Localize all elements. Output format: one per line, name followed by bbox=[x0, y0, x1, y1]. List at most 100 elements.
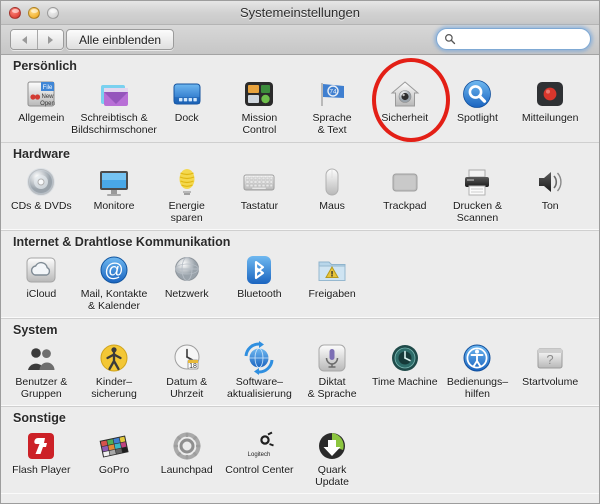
dock-icon bbox=[170, 77, 204, 111]
logitech-icon: Logitech bbox=[242, 429, 276, 463]
pref-pane-datum[interactable]: 18 Datum & Uhrzeit bbox=[150, 339, 223, 400]
time-machine-icon bbox=[388, 341, 422, 375]
pref-pane-label: Energie sparen bbox=[168, 200, 205, 224]
pref-pane-label: Bedienungs– hilfen bbox=[446, 376, 509, 400]
pref-pane-freigaben[interactable]: Freigaben bbox=[296, 251, 369, 312]
pref-pane-sprache[interactable]: 74 Sprache & Text bbox=[296, 75, 369, 136]
pref-pane-bluetooth[interactable]: Bluetooth bbox=[223, 251, 296, 312]
section-heading: Persönlich bbox=[13, 59, 77, 73]
users-groups-icon bbox=[24, 341, 58, 375]
pref-pane-gopro[interactable]: GoPro bbox=[78, 427, 151, 488]
language-text-icon: 74 bbox=[315, 77, 349, 111]
pref-pane-software[interactable]: Software– aktualisierung bbox=[223, 339, 296, 400]
pref-pane-cds[interactable]: CDs & DVDs bbox=[5, 163, 78, 224]
pref-pane-netzwerk[interactable]: Netzwerk bbox=[150, 251, 223, 312]
pref-pane-dock[interactable]: Dock bbox=[150, 75, 223, 136]
pref-pane-kinder[interactable]: Kinder– sicherung bbox=[78, 339, 151, 400]
pref-pane-diktat[interactable]: Diktat & Sprache bbox=[296, 339, 369, 400]
pref-pane-label: Trackpad bbox=[383, 200, 427, 212]
pref-pane-ton[interactable]: Ton bbox=[514, 163, 587, 224]
pref-pane-label: Mail, Kontakte & Kalender bbox=[80, 288, 148, 312]
sharing-folder-icon bbox=[315, 253, 349, 287]
pref-pane-mitteilungen[interactable]: Mitteilungen bbox=[514, 75, 587, 136]
pref-pane-label: Sicherheit bbox=[381, 112, 429, 124]
bluetooth-icon bbox=[242, 253, 276, 287]
pref-pane-flash[interactable]: Flash Player bbox=[5, 427, 78, 488]
search-input[interactable] bbox=[459, 30, 600, 48]
pref-pane-quark[interactable]: Quark Update bbox=[296, 427, 369, 488]
pref-pane-trackpad[interactable]: Trackpad bbox=[368, 163, 441, 224]
pref-pane-label: Launchpad bbox=[160, 464, 213, 476]
desktop-screensaver-icon bbox=[97, 77, 131, 111]
pref-pane-allgemein[interactable]: File New Open Allgemein bbox=[5, 75, 78, 136]
section-system: System Benutzer & Gruppen Kinder– sicher… bbox=[1, 318, 599, 406]
toolbar: Alle einblenden bbox=[1, 25, 600, 55]
pref-pane-logitech[interactable]: Logitech Control Center bbox=[223, 427, 296, 488]
pref-pane-benutzer[interactable]: Benutzer & Gruppen bbox=[5, 339, 78, 400]
printer-icon bbox=[460, 165, 494, 199]
svg-text:New: New bbox=[42, 94, 55, 100]
pref-pane-icloud[interactable]: iCloud bbox=[5, 251, 78, 312]
pref-pane-energie[interactable]: Energie sparen bbox=[150, 163, 223, 224]
pref-pane-launchpad[interactable]: Launchpad bbox=[150, 427, 223, 488]
pref-pane-label: Flash Player bbox=[12, 464, 71, 476]
pref-pane-label: Control Center bbox=[225, 464, 294, 476]
svg-text:@: @ bbox=[104, 261, 123, 282]
svg-text:74: 74 bbox=[329, 89, 337, 96]
pref-pane-maus[interactable]: Maus bbox=[296, 163, 369, 224]
energy-saver-icon bbox=[170, 165, 204, 199]
search-field[interactable] bbox=[436, 28, 600, 50]
spotlight-icon bbox=[460, 77, 494, 111]
pref-pane-timemachine[interactable]: Time Machine bbox=[368, 339, 441, 400]
pref-pane-label: Mission Control bbox=[241, 112, 278, 136]
preference-grid: iCloud @ Mail, Kontakte & Kalender Netzwe… bbox=[1, 251, 599, 318]
section-heading: Hardware bbox=[13, 147, 70, 161]
system-preferences-window: Systemeinstellungen Alle einblenden Pers… bbox=[0, 0, 600, 504]
svg-text:File: File bbox=[43, 85, 53, 91]
keyboard-icon bbox=[242, 165, 276, 199]
pref-pane-monitore[interactable]: Monitore bbox=[78, 163, 151, 224]
back-button[interactable] bbox=[11, 30, 37, 49]
chevron-left-icon bbox=[21, 35, 27, 44]
pref-pane-sicherheit[interactable]: Sicherheit bbox=[368, 75, 441, 136]
pref-pane-label: CDs & DVDs bbox=[11, 200, 72, 212]
preference-grid: CDs & DVDs Monitore Energie sparen Tasta… bbox=[1, 163, 599, 230]
pref-pane-bedienung[interactable]: Bedienungs– hilfen bbox=[441, 339, 514, 400]
pref-pane-label: Maus bbox=[319, 200, 345, 212]
preferences-content: Persönlich File New Open Allgemein Schre… bbox=[1, 55, 599, 503]
section-heading: Sonstige bbox=[13, 411, 66, 425]
pref-pane-label: Quark Update bbox=[315, 464, 350, 488]
general-icon: File New Open bbox=[24, 77, 58, 111]
pref-pane-label: Mitteilungen bbox=[521, 112, 579, 124]
pref-pane-schreibtisch[interactable]: Schreibtisch & Bildschirmschoner bbox=[71, 75, 157, 136]
pref-pane-label: GoPro bbox=[98, 464, 130, 476]
pref-pane-startvolume[interactable]: ? Startvolume bbox=[514, 339, 587, 400]
show-all-button[interactable]: Alle einblenden bbox=[66, 29, 175, 50]
pref-pane-drucken[interactable]: Drucken & Scannen bbox=[441, 163, 514, 224]
forward-button[interactable] bbox=[37, 30, 63, 49]
section-heading: Internet & Drahtlose Kommunikation bbox=[13, 235, 231, 249]
notifications-icon bbox=[533, 77, 567, 111]
svg-text:?: ? bbox=[547, 352, 554, 367]
pref-pane-spotlight[interactable]: Spotlight bbox=[441, 75, 514, 136]
navigation-buttons bbox=[10, 29, 64, 50]
pref-pane-tastatur[interactable]: Tastatur bbox=[223, 163, 296, 224]
pref-pane-label: Dock bbox=[174, 112, 199, 124]
pref-pane-label: Spotlight bbox=[457, 112, 498, 124]
pref-pane-label: Diktat & Sprache bbox=[307, 376, 357, 400]
trackpad-icon bbox=[388, 165, 422, 199]
preference-grid: File New Open Allgemein Schreibtisch & B… bbox=[1, 75, 599, 142]
pref-pane-mission[interactable]: Mission Control bbox=[223, 75, 296, 136]
cd-dvd-icon bbox=[24, 165, 58, 199]
icloud-icon bbox=[24, 253, 58, 287]
pref-pane-label: Netzwerk bbox=[164, 288, 209, 300]
network-globe-icon bbox=[170, 253, 204, 287]
mouse-icon bbox=[315, 165, 349, 199]
dictation-mic-icon bbox=[315, 341, 349, 375]
pref-pane-label: iCloud bbox=[26, 288, 57, 300]
pref-pane-label: Schreibtisch & Bildschirmschoner bbox=[71, 112, 157, 136]
pref-pane-mail[interactable]: @ Mail, Kontakte & Kalender bbox=[78, 251, 151, 312]
svg-text:18: 18 bbox=[189, 363, 197, 370]
pref-pane-label: Bluetooth bbox=[237, 288, 282, 300]
section-hardware: Hardware CDs & DVDs Monitore Energie spa… bbox=[1, 142, 599, 230]
